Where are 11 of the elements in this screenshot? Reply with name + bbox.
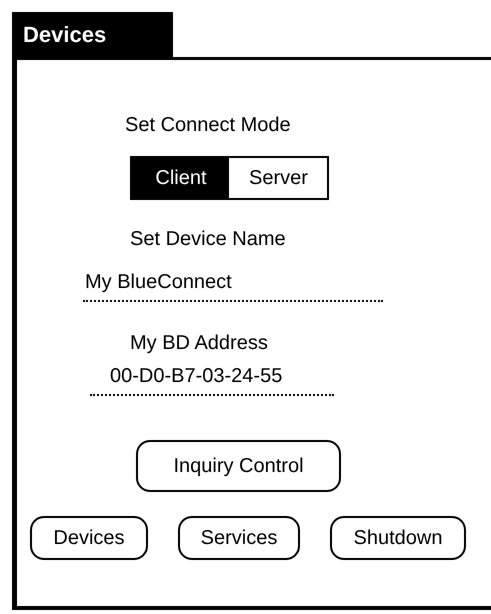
inquiry-control-button[interactable]: Inquiry Control bbox=[136, 440, 341, 492]
bd-address-label: My BD Address bbox=[130, 332, 268, 355]
bd-address-field[interactable]: 00-D0-B7-03-24-55 bbox=[90, 365, 334, 396]
device-name-field[interactable]: My BlueConnect bbox=[83, 271, 383, 302]
nav-button[interactable]: Devices bbox=[30, 516, 148, 560]
mode-option[interactable]: Client bbox=[132, 158, 229, 198]
nav-button[interactable]: Shutdown bbox=[330, 516, 466, 560]
nav-button[interactable]: Services bbox=[178, 516, 300, 560]
connect-mode-label: Set Connect Mode bbox=[125, 114, 291, 137]
window-title: Devices bbox=[17, 12, 173, 60]
device-name-label: Set Device Name bbox=[130, 228, 286, 251]
